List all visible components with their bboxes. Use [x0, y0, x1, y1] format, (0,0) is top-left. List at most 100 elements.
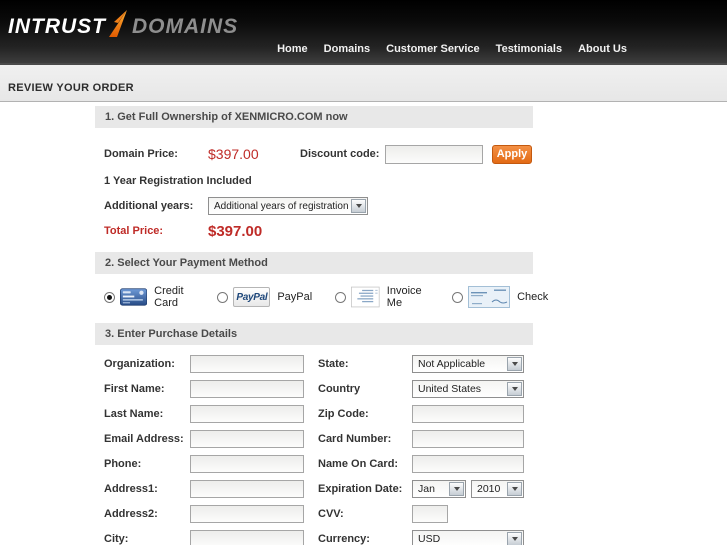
nav-customer-service[interactable]: Customer Service	[386, 43, 480, 55]
paypal-logo-icon: PayPal	[233, 287, 270, 307]
logo-text-domains: DOMAINS	[132, 15, 238, 39]
check-radio[interactable]	[452, 292, 463, 303]
first-name-label: First Name:	[104, 383, 190, 395]
form-row: Address2: CVV:	[95, 504, 533, 524]
section-3-header: 3. Enter Purchase Details	[95, 323, 533, 345]
payment-option-paypal[interactable]: PayPal PayPal	[217, 287, 312, 307]
paypal-radio[interactable]	[217, 292, 228, 303]
credit-card-radio[interactable]	[104, 292, 115, 303]
country-selected-value: United States	[418, 383, 481, 395]
site-header: INTRUST DOMAINS Home Domains Customer Se…	[0, 0, 727, 65]
nav-home[interactable]: Home	[277, 43, 308, 55]
form-row: Phone: Name On Card:	[95, 454, 533, 474]
city-label: City:	[104, 533, 190, 545]
state-select[interactable]: Not Applicable	[412, 355, 524, 373]
domain-price-row: Domain Price: $397.00 Discount code: App…	[95, 144, 533, 164]
cvv-label: CVV:	[318, 508, 412, 520]
section-1-title: 1. Get Full Ownership of XENMICRO.COM no…	[105, 111, 348, 123]
card-number-label: Card Number:	[318, 433, 412, 445]
payment-label: Invoice Me	[387, 285, 429, 309]
page-title: REVIEW YOUR ORDER	[8, 82, 134, 94]
chevron-down-icon	[507, 482, 522, 496]
credit-card-icon	[120, 285, 147, 309]
orange-arrow-icon	[108, 10, 128, 38]
payment-label: Check	[517, 291, 548, 303]
form-row: Organization: State: Not Applicable	[95, 354, 533, 374]
organization-input[interactable]	[190, 355, 304, 373]
phone-input[interactable]	[190, 455, 304, 473]
nav-about-us[interactable]: About Us	[578, 43, 627, 55]
first-name-input[interactable]	[190, 380, 304, 398]
invoice-paper-icon	[351, 284, 380, 310]
state-selected-value: Not Applicable	[418, 358, 485, 370]
total-price-row: Total Price: $397.00	[95, 221, 533, 241]
zip-code-label: Zip Code:	[318, 408, 412, 420]
form-row: City: Currency: USD	[95, 529, 533, 545]
additional-years-label: Additional years:	[104, 200, 208, 212]
payment-methods: Credit Card PayPal PayPal Invoice Me	[95, 283, 533, 311]
payment-option-check[interactable]: Check	[452, 286, 548, 308]
additional-years-row: Additional years: Additional years of re…	[95, 196, 533, 216]
name-on-card-input[interactable]	[412, 455, 524, 473]
expiration-year-value: 2010	[477, 483, 500, 495]
chevron-down-icon	[351, 199, 366, 213]
total-price-label: Total Price:	[104, 225, 208, 237]
name-on-card-label: Name On Card:	[318, 458, 412, 470]
phone-label: Phone:	[104, 458, 190, 470]
cvv-input[interactable]	[412, 505, 448, 523]
country-label: Country	[318, 383, 412, 395]
state-label: State:	[318, 358, 412, 370]
nav-testimonials[interactable]: Testimonials	[496, 43, 562, 55]
logo[interactable]: INTRUST DOMAINS	[8, 15, 238, 39]
payment-option-credit-card[interactable]: Credit Card	[104, 285, 194, 309]
purchase-details-form: Organization: State: Not Applicable Firs…	[95, 354, 533, 545]
card-number-input[interactable]	[412, 430, 524, 448]
section-2-title: 2. Select Your Payment Method	[105, 257, 268, 269]
address1-label: Address1:	[104, 483, 190, 495]
address2-label: Address2:	[104, 508, 190, 520]
apply-button[interactable]: Apply	[492, 145, 532, 164]
email-input[interactable]	[190, 430, 304, 448]
additional-years-select[interactable]: Additional years of registration	[208, 197, 368, 215]
section-3-title: 3. Enter Purchase Details	[105, 328, 237, 340]
zip-code-input[interactable]	[412, 405, 524, 423]
payment-label: Credit Card	[154, 285, 194, 309]
country-select[interactable]: United States	[412, 380, 524, 398]
domain-price-label: Domain Price:	[104, 148, 208, 160]
expiration-year-select[interactable]: 2010	[471, 480, 524, 498]
total-price-value: $397.00	[208, 223, 262, 240]
bank-check-icon	[468, 286, 510, 308]
organization-label: Organization:	[104, 358, 190, 370]
address2-input[interactable]	[190, 505, 304, 523]
discount-code-input[interactable]	[385, 145, 483, 164]
additional-years-selected-value: Additional years of registration	[214, 201, 349, 212]
section-2-header: 2. Select Your Payment Method	[95, 252, 533, 274]
discount-code-label: Discount code:	[300, 148, 385, 160]
expiration-date-label: Expiration Date:	[318, 483, 412, 495]
city-input[interactable]	[190, 530, 304, 545]
last-name-input[interactable]	[190, 405, 304, 423]
page-title-bar: REVIEW YOUR ORDER	[0, 65, 727, 102]
order-content: 1. Get Full Ownership of XENMICRO.COM no…	[95, 102, 533, 545]
currency-label: Currency:	[318, 533, 412, 545]
invoice-radio[interactable]	[335, 292, 346, 303]
email-label: Email Address:	[104, 433, 190, 445]
domain-price-value: $397.00	[208, 146, 300, 162]
address1-input[interactable]	[190, 480, 304, 498]
expiration-month-select[interactable]: Jan	[412, 480, 466, 498]
last-name-label: Last Name:	[104, 408, 190, 420]
payment-option-invoice[interactable]: Invoice Me	[335, 284, 429, 310]
section-1-header: 1. Get Full Ownership of XENMICRO.COM no…	[95, 106, 533, 128]
payment-label: PayPal	[277, 291, 312, 303]
main-nav: Home Domains Customer Service Testimonia…	[277, 43, 627, 55]
nav-domains[interactable]: Domains	[324, 43, 370, 55]
form-row: Last Name: Zip Code:	[95, 404, 533, 424]
chevron-down-icon	[507, 532, 522, 545]
currency-selected-value: USD	[418, 533, 440, 545]
registration-note: 1 Year Registration Included	[104, 175, 533, 187]
expiration-month-value: Jan	[418, 483, 435, 495]
currency-select[interactable]: USD	[412, 530, 524, 545]
chevron-down-icon	[449, 482, 464, 496]
chevron-down-icon	[507, 357, 522, 371]
form-row: Email Address: Card Number:	[95, 429, 533, 449]
